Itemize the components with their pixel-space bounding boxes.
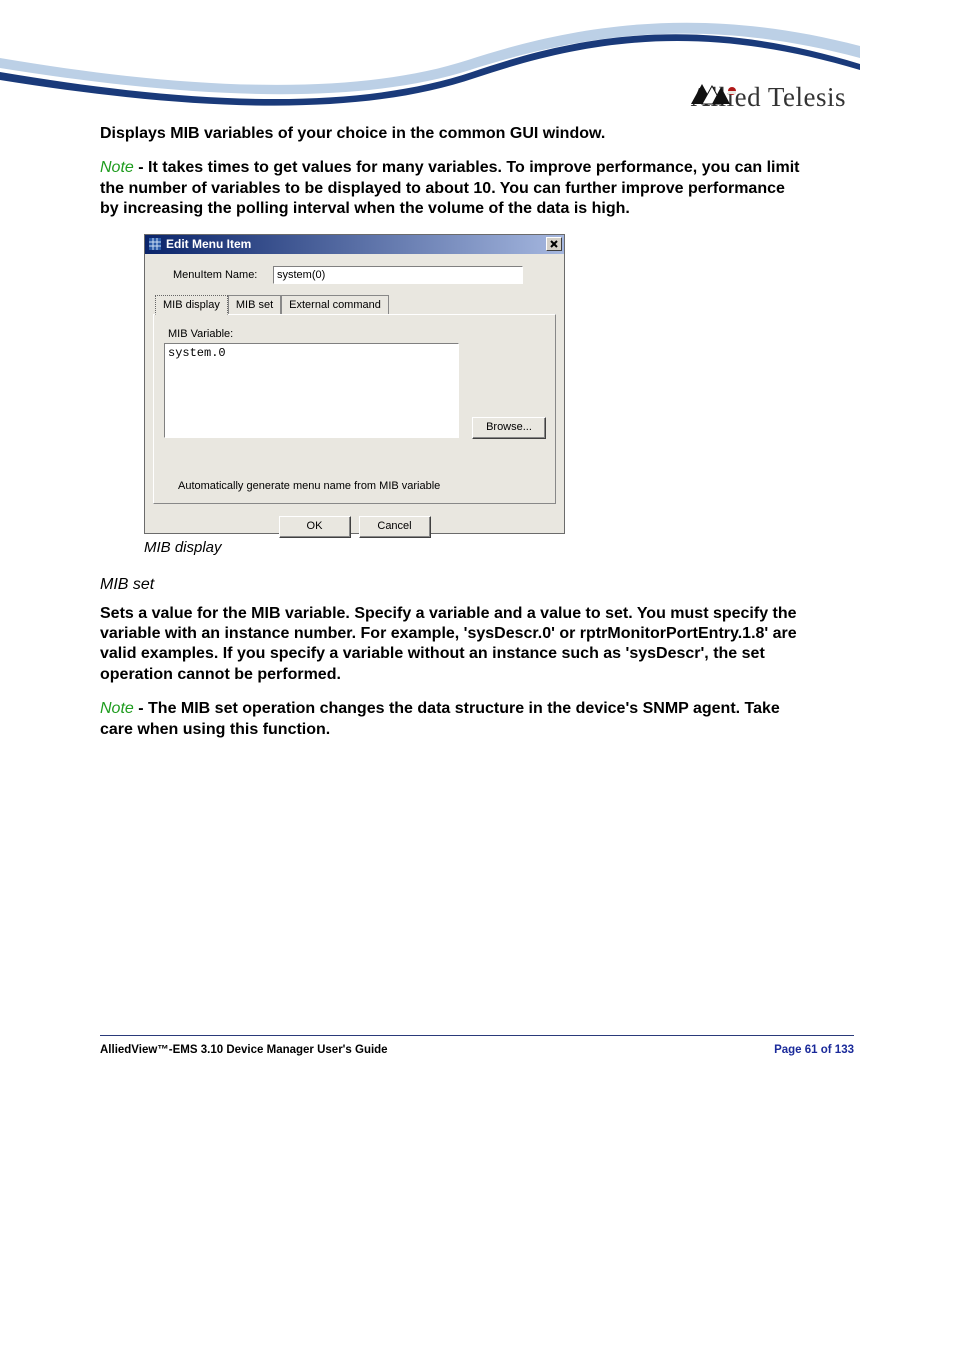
dialog-figure: Edit Menu Item MenuItem Name:: [144, 234, 860, 534]
dialog-title: Edit Menu Item: [166, 237, 251, 252]
brand-logo: Allied Telesis: [691, 82, 846, 113]
intro-text: Displays MIB variables of your choice in…: [100, 124, 800, 144]
tab-external-command[interactable]: External command: [281, 295, 389, 315]
browse-button[interactable]: Browse...: [472, 417, 546, 439]
menuitem-name-label: MenuItem Name:: [173, 268, 273, 282]
cancel-button[interactable]: Cancel: [359, 516, 431, 538]
brand-mark-icon: [691, 82, 737, 106]
tab-mib-set[interactable]: MIB set: [228, 295, 281, 315]
note-1-body: - It takes times to get values for many …: [100, 159, 799, 217]
mib-set-body: Sets a value for the MIB variable. Speci…: [100, 604, 800, 686]
mib-variable-input[interactable]: [164, 343, 459, 438]
note-2-body: - The MIB set operation changes the data…: [100, 700, 780, 737]
dialog-body: MenuItem Name: MIB display MIB set Exter…: [145, 254, 564, 538]
mib-set-heading: MIB set: [100, 575, 860, 595]
dialog-titlebar: Edit Menu Item: [145, 235, 564, 254]
note-label-2: Note: [100, 700, 134, 717]
tab-panel: MIB Variable: Browse... Automatically ge…: [153, 314, 556, 504]
autogen-link[interactable]: Automatically generate menu name from MI…: [178, 479, 440, 493]
close-button[interactable]: [546, 237, 562, 251]
note-1: Note - It takes times to get values for …: [100, 158, 800, 219]
mib-variable-label: MIB Variable:: [168, 327, 545, 341]
footer-page-number: Page 61 of 133: [774, 1044, 854, 1056]
menuitem-name-input[interactable]: [273, 266, 523, 284]
edit-menu-item-dialog: Edit Menu Item MenuItem Name:: [144, 234, 565, 534]
note-2: Note - The MIB set operation changes the…: [100, 699, 800, 740]
tab-mib-display[interactable]: MIB display: [155, 295, 228, 315]
note-label: Note: [100, 159, 134, 176]
app-icon: [148, 237, 162, 251]
page-content: Displays MIB variables of your choice in…: [100, 124, 860, 754]
page-footer: AlliedView™-EMS 3.10 Device Manager User…: [100, 1035, 854, 1056]
tab-strip: MIB display MIB set External command: [155, 294, 556, 314]
page-header: Allied Telesis: [0, 0, 954, 115]
footer-left: AlliedView™-EMS 3.10 Device Manager User…: [100, 1044, 388, 1056]
figure-caption-1: MIB display: [144, 538, 860, 557]
ok-button[interactable]: OK: [279, 516, 351, 538]
close-icon: [547, 238, 561, 250]
